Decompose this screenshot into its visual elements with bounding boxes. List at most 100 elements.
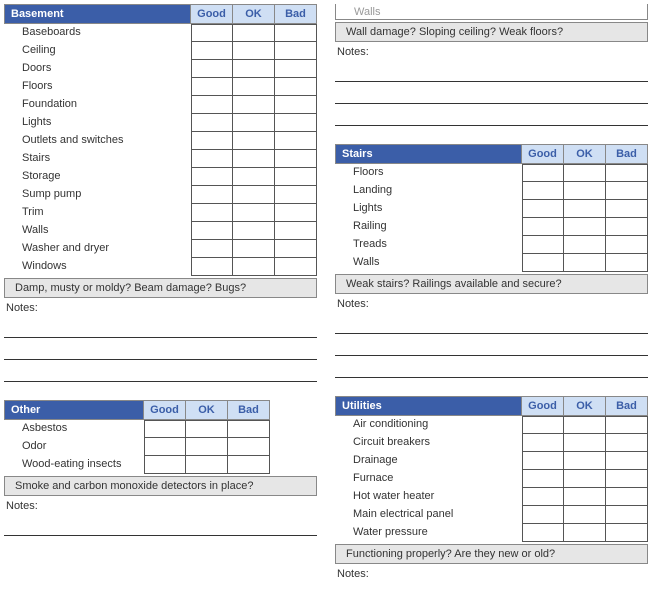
rating-cell-ok[interactable] — [233, 132, 275, 150]
rating-cell-ok[interactable] — [564, 254, 606, 272]
rating-cell-bad[interactable] — [275, 204, 317, 222]
rating-cell-good[interactable] — [522, 254, 564, 272]
notes-line[interactable] — [335, 108, 648, 126]
rating-cell-bad[interactable] — [275, 42, 317, 60]
rating-cell-bad[interactable] — [275, 186, 317, 204]
rating-cell-good[interactable] — [191, 258, 233, 276]
rating-cell-good[interactable] — [522, 488, 564, 506]
rating-cell-good[interactable] — [522, 470, 564, 488]
rating-cell-good[interactable] — [522, 416, 564, 434]
rating-cell-good[interactable] — [522, 434, 564, 452]
rating-cell-bad[interactable] — [606, 488, 648, 506]
rating-cell-good[interactable] — [191, 24, 233, 42]
rating-cell-good[interactable] — [191, 114, 233, 132]
rating-cell-good[interactable] — [522, 236, 564, 254]
rating-cell-bad[interactable] — [606, 236, 648, 254]
rating-cell-ok[interactable] — [564, 452, 606, 470]
rating-cell-ok[interactable] — [564, 434, 606, 452]
rating-cell-ok[interactable] — [233, 42, 275, 60]
rating-cell-good[interactable] — [522, 200, 564, 218]
rating-cell-bad[interactable] — [275, 78, 317, 96]
rating-cell-bad[interactable] — [275, 24, 317, 42]
rating-cell-bad[interactable] — [228, 420, 270, 438]
rating-cell-good[interactable] — [522, 524, 564, 542]
rating-cell-bad[interactable] — [606, 452, 648, 470]
rating-cell-ok[interactable] — [564, 416, 606, 434]
rating-cell-ok[interactable] — [233, 60, 275, 78]
rating-cell-ok[interactable] — [564, 236, 606, 254]
rating-cell-bad[interactable] — [606, 470, 648, 488]
rating-cell-ok[interactable] — [564, 524, 606, 542]
rating-cell-good[interactable] — [522, 218, 564, 236]
rating-cell-good[interactable] — [522, 182, 564, 200]
rating-cell-good[interactable] — [191, 132, 233, 150]
rating-cell-good[interactable] — [522, 506, 564, 524]
notes-line[interactable] — [4, 342, 317, 360]
notes-line[interactable] — [335, 316, 648, 334]
rating-cell-good[interactable] — [191, 222, 233, 240]
rating-cell-bad[interactable] — [228, 438, 270, 456]
rating-cell-ok[interactable] — [233, 168, 275, 186]
rating-cell-ok[interactable] — [233, 150, 275, 168]
rating-cell-good[interactable] — [191, 42, 233, 60]
notes-line[interactable] — [4, 518, 317, 536]
rating-cell-ok[interactable] — [233, 186, 275, 204]
rating-cell-ok[interactable] — [186, 420, 228, 438]
rating-cell-good[interactable] — [522, 164, 564, 182]
notes-line[interactable] — [335, 338, 648, 356]
rating-cell-good[interactable] — [144, 438, 186, 456]
rating-cell-bad[interactable] — [228, 456, 270, 474]
rating-cell-good[interactable] — [144, 420, 186, 438]
rating-cell-ok[interactable] — [233, 96, 275, 114]
rating-cell-bad[interactable] — [606, 182, 648, 200]
rating-cell-ok[interactable] — [233, 24, 275, 42]
rating-cell-good[interactable] — [522, 452, 564, 470]
rating-cell-bad[interactable] — [275, 114, 317, 132]
rating-cell-bad[interactable] — [606, 218, 648, 236]
rating-cell-ok[interactable] — [186, 438, 228, 456]
rating-cell-good[interactable] — [144, 456, 186, 474]
rating-cell-ok[interactable] — [564, 182, 606, 200]
rating-cell-bad[interactable] — [275, 222, 317, 240]
rating-cell-good[interactable] — [191, 150, 233, 168]
rating-cell-bad[interactable] — [275, 240, 317, 258]
rating-cell-good[interactable] — [191, 204, 233, 222]
notes-line[interactable] — [335, 86, 648, 104]
rating-cell-bad[interactable] — [275, 258, 317, 276]
rating-cell-good[interactable] — [191, 240, 233, 258]
notes-line[interactable] — [4, 320, 317, 338]
rating-cell-good[interactable] — [191, 96, 233, 114]
notes-line[interactable] — [4, 364, 317, 382]
notes-line[interactable] — [335, 64, 648, 82]
rating-cell-bad[interactable] — [606, 434, 648, 452]
rating-cell-good[interactable] — [191, 60, 233, 78]
rating-cell-ok[interactable] — [564, 488, 606, 506]
rating-cell-good[interactable] — [191, 168, 233, 186]
rating-cell-bad[interactable] — [275, 150, 317, 168]
rating-cell-bad[interactable] — [275, 60, 317, 78]
notes-line[interactable] — [335, 360, 648, 378]
rating-cell-bad[interactable] — [606, 254, 648, 272]
rating-cell-ok[interactable] — [233, 258, 275, 276]
rating-cell-bad[interactable] — [275, 132, 317, 150]
rating-cell-bad[interactable] — [606, 200, 648, 218]
rating-cell-bad[interactable] — [606, 164, 648, 182]
rating-cell-bad[interactable] — [606, 506, 648, 524]
rating-cell-ok[interactable] — [233, 78, 275, 96]
rating-cell-ok[interactable] — [564, 470, 606, 488]
rating-cell-ok[interactable] — [233, 222, 275, 240]
rating-cell-good[interactable] — [191, 78, 233, 96]
rating-cell-good[interactable] — [191, 186, 233, 204]
rating-cell-ok[interactable] — [564, 506, 606, 524]
rating-cell-ok[interactable] — [564, 218, 606, 236]
rating-cell-ok[interactable] — [564, 164, 606, 182]
rating-cell-bad[interactable] — [275, 168, 317, 186]
rating-cell-bad[interactable] — [606, 416, 648, 434]
rating-cell-bad[interactable] — [606, 524, 648, 542]
rating-cell-bad[interactable] — [275, 96, 317, 114]
rating-cell-ok[interactable] — [233, 240, 275, 258]
rating-cell-ok[interactable] — [564, 200, 606, 218]
rating-cell-ok[interactable] — [186, 456, 228, 474]
rating-cell-ok[interactable] — [233, 114, 275, 132]
rating-cell-ok[interactable] — [233, 204, 275, 222]
